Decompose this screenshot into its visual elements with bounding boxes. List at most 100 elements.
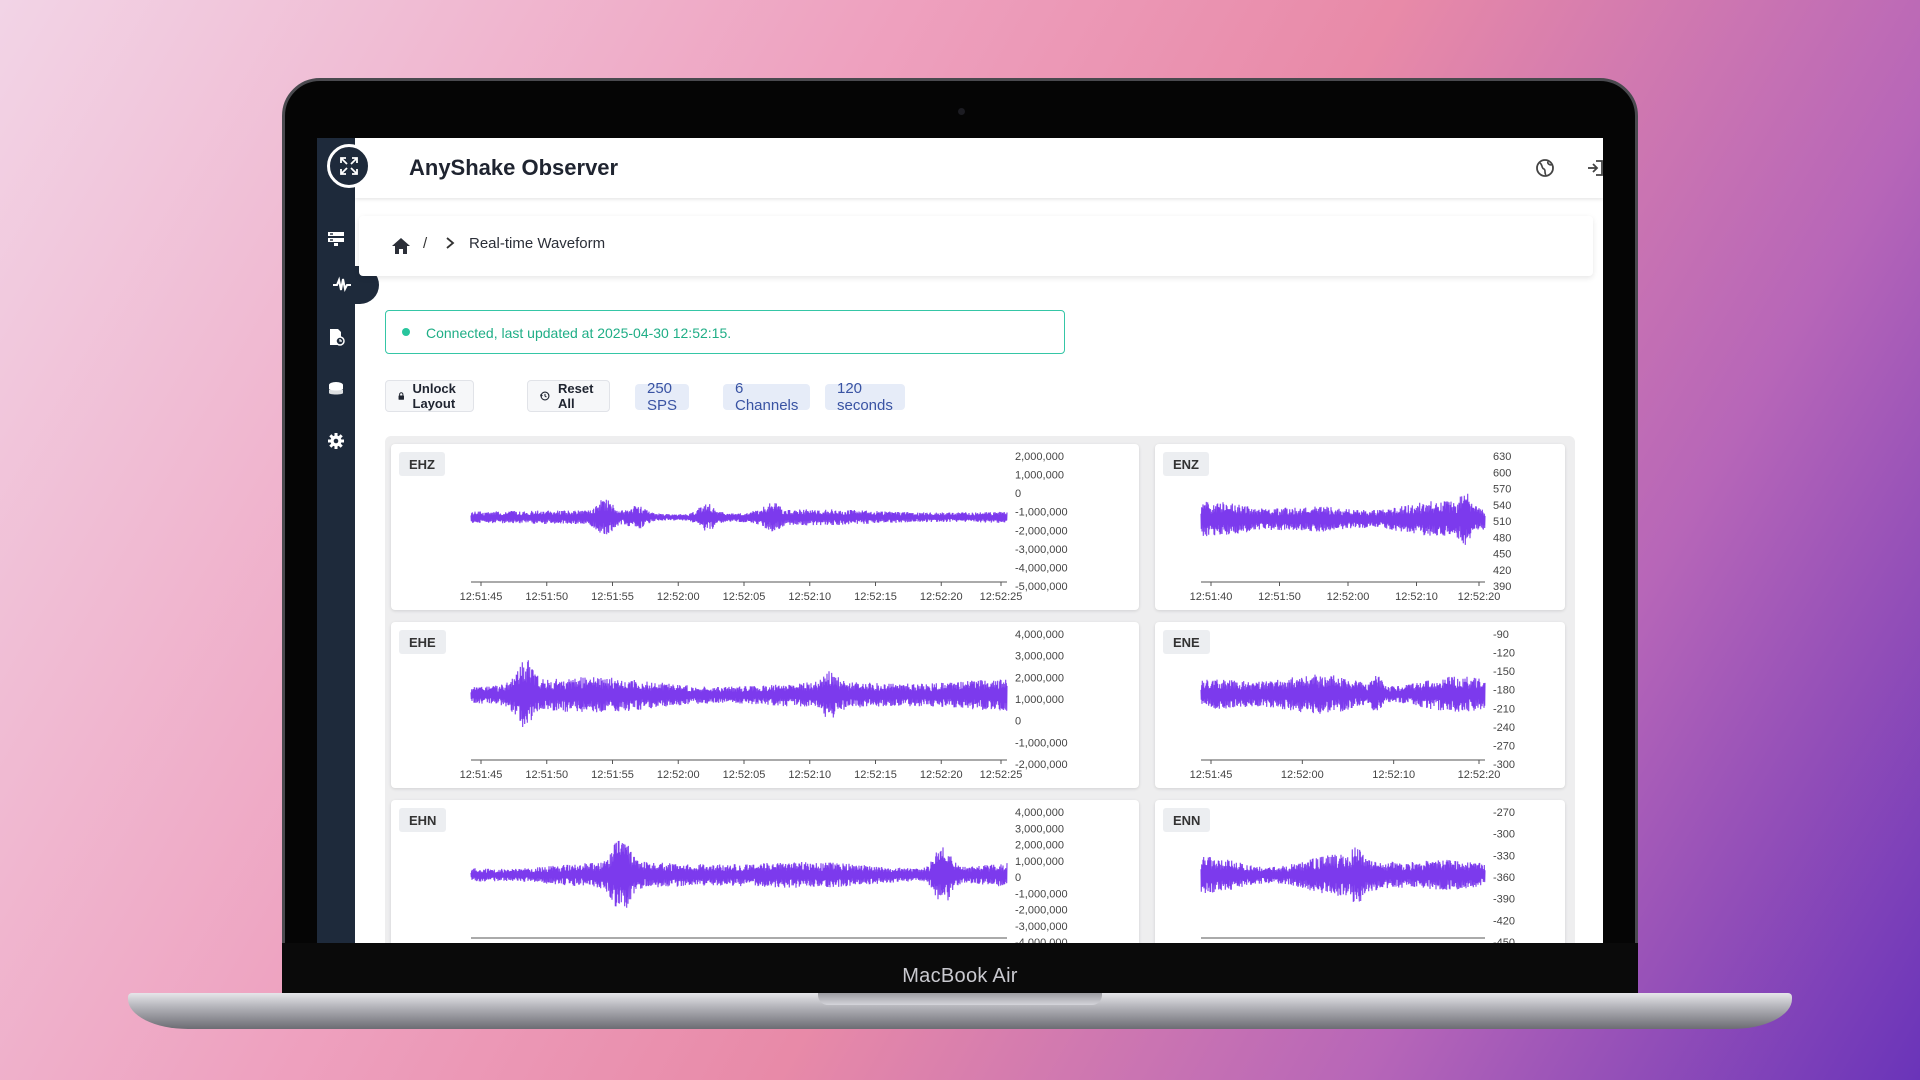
breadcrumb-separator: / [423,235,428,252]
y-tick-label: -1,000,000 [1015,737,1068,749]
x-tick-label: 12:52:10 [788,769,831,781]
x-tick-label: 12:51:45 [1190,769,1233,781]
waveform-panel-ene[interactable]: -90 -120 -150 -180 -210 -240 -270 -300 12:51:45 1… [1155,622,1565,788]
y-tick-label: 450 [1493,549,1511,561]
sidebar-item-history[interactable] [317,322,355,352]
logout-icon [1588,160,1603,176]
waveform-line [1200,847,1486,902]
channel-label: EHN [399,808,447,832]
app-title: AnyShake Observer [409,155,619,180]
x-tick-label: 12:52:20 [920,591,963,603]
x-tick-label: 12:51:45 [460,591,503,603]
y-tick-label: 4,000,000 [1015,807,1064,819]
y-tick-label: -120 [1493,648,1515,660]
x-tick-label: 12:52:20 [920,769,963,781]
connection-status: Connected, last updated at 2025-04-30 12… [385,310,1065,354]
y-tick-label: -3,000,000 [1015,921,1068,933]
channel-label: ENN [1163,808,1211,832]
y-tick-label: -240 [1493,722,1515,734]
x-tick-label: 12:52:00 [1327,591,1370,603]
waveform-chart: 63060057054051048045042039012:51:40 12:51… [1190,451,1512,603]
status-dot-icon [402,328,410,336]
sidebar-item-export[interactable] [317,374,355,404]
channel-label: ENE [1163,630,1210,654]
app-logo[interactable] [327,144,371,188]
waveform-chart: 4,000,000 3,000,000 2,000,000 1,000,000 0 -1,… [470,807,1068,943]
waveform-chart: -270 -300 -330 -360 -390 -420 -450 [1200,807,1515,943]
x-tick-label: 12:52:25 [980,769,1023,781]
breadcrumb-current: Real-time Waveform [469,235,606,252]
logout-button[interactable] [1583,156,1603,180]
history-icon [330,329,345,346]
waveform-icon [333,276,351,293]
y-tick-label: -330 [1493,850,1515,862]
language-button[interactable] [1533,156,1557,180]
waveform-panel-enz[interactable]: 630 600 570 540 510 480 450 420 390 12:51:40 12:51… [1155,444,1565,610]
y-tick-label: 3,000,000 [1015,823,1064,835]
y-tick-label: -150 [1493,666,1515,678]
home-icon [392,238,410,254]
y-tick-label: -2,000,000 [1015,759,1068,771]
camera-icon [958,108,965,115]
reset-all-label: Reset All [558,381,594,411]
channel-label: ENZ [1163,452,1209,476]
x-tick-label: 12:51:55 [591,591,634,603]
x-tick-label: 12:52:10 [788,591,831,603]
x-tick-label: 12:51:40 [1190,591,1233,603]
y-tick-label: -210 [1493,703,1515,715]
y-tick-label: -3,000,000 [1015,544,1068,556]
y-tick-label: 540 [1493,500,1511,512]
waveform-panel-ehn[interactable]: 4,000,000 3,000,000 2,000,000 1,000,000 0 -1,… [391,800,1139,943]
y-tick-label: -420 [1493,915,1515,927]
y-tick-label: 570 [1493,484,1511,496]
x-tick-label: 12:52:15 [854,769,897,781]
reset-all-button[interactable]: Reset All [527,380,611,412]
y-tick-label: -90 [1493,629,1509,641]
y-tick-label: -180 [1493,685,1515,697]
y-tick-label: -360 [1493,872,1515,884]
expand-icon [340,157,358,175]
y-tick-label: 510 [1493,516,1511,528]
y-tick-label: 1,000,000 [1015,694,1064,706]
y-tick-label: 0 [1015,716,1021,728]
channel-label: EHE [399,630,446,654]
sidebar-item-waveform[interactable] [323,270,361,300]
y-tick-label: -270 [1493,740,1515,752]
channels-badge: 6 Channels [723,380,811,414]
sidebar [317,138,379,943]
waveform-panel-ehz[interactable]: 2,000,000 1,000,000 0 -1,000,000 -2,000,000 -… [391,444,1139,610]
y-tick-label: 1,000,000 [1015,470,1064,482]
y-tick-label: -4,000,000 [1015,562,1068,574]
x-tick-label: 12:52:05 [723,591,766,603]
sidebar-item-settings[interactable] [317,426,355,456]
x-tick-label: 12:52:15 [854,591,897,603]
x-tick-label: 12:52:10 [1372,769,1415,781]
x-tick-label: 12:51:50 [525,769,568,781]
waveform-panel-enn[interactable]: -270 -300 -330 -360 -390 -420 -450 ENN [1155,800,1565,943]
waveform-line [470,499,1008,535]
waveform-panel-ehe[interactable]: 4,000,000 3,000,000 2,000,000 1,000,000 0 -1,… [391,622,1139,788]
y-tick-label: -1,000,000 [1015,507,1068,519]
x-tick-label: 12:52:25 [980,591,1023,603]
y-tick-label: 480 [1493,532,1511,544]
unlock-layout-button[interactable]: Unlock Layout [385,380,475,412]
x-tick-label: 12:52:10 [1395,591,1438,603]
y-tick-label: -5,000,000 [1015,581,1068,593]
y-tick-label: 1,000,000 [1015,856,1064,868]
breadcrumb-home[interactable] [391,237,411,260]
reset-icon [540,391,550,401]
x-tick-label: 12:51:50 [1258,591,1301,603]
sidebar-item-station[interactable] [317,224,355,254]
y-tick-label: -450 [1493,937,1515,943]
x-tick-label: 12:51:45 [460,769,503,781]
app-screen: AnyShake Observer / Real-time Waveform C… [317,138,1603,943]
duration-badge: 120 seconds [825,380,905,414]
y-tick-label: 4,000,000 [1015,629,1064,641]
station-icon [328,232,344,246]
x-tick-label: 12:51:55 [591,769,634,781]
y-tick-label: 2,000,000 [1015,672,1064,684]
x-tick-label: 12:51:50 [525,591,568,603]
device-label: MacBook Air [902,965,1018,987]
top-bar: AnyShake Observer [355,138,1603,198]
y-tick-label: 3,000,000 [1015,651,1064,663]
